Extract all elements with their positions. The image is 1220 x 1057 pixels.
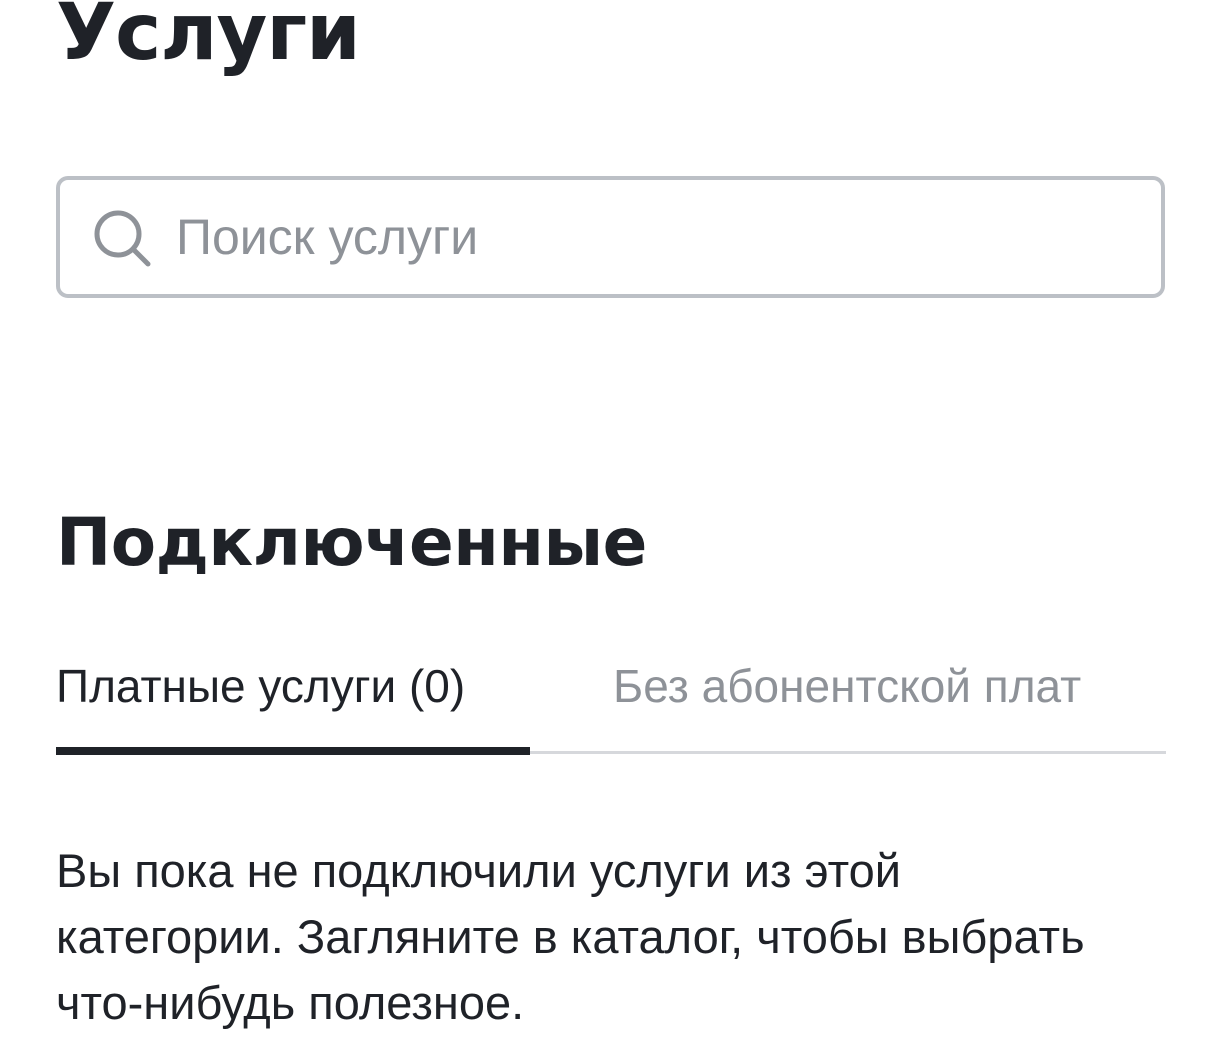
- page-title: Услуги: [56, 0, 361, 78]
- tab-label: Без абонентской плат: [613, 660, 1082, 712]
- section-title-connected: Подключенные: [56, 504, 647, 581]
- connected-tabs: Платные услуги (0) Без абонентской плат: [56, 650, 1166, 758]
- search-input[interactable]: [176, 180, 1136, 294]
- tab-paid-services[interactable]: Платные услуги (0): [56, 650, 530, 758]
- tab-label: Платные услуги (0): [56, 660, 466, 712]
- search-icon: [90, 206, 156, 272]
- active-tab-indicator: [56, 747, 530, 755]
- empty-state-message: Вы пока не подключили услуги из этой кат…: [56, 844, 1085, 1029]
- search-box[interactable]: [56, 176, 1165, 298]
- tab-no-subscription-fee[interactable]: Без абонентской плат: [613, 650, 1081, 758]
